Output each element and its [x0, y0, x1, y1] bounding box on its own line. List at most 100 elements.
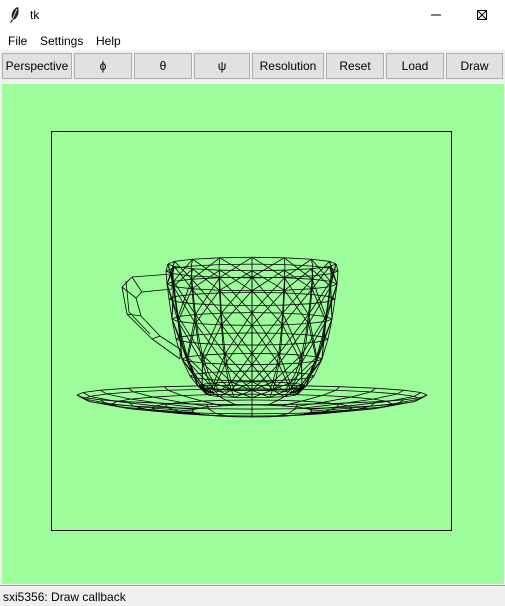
wire-edge — [131, 276, 143, 293]
draw-button[interactable]: Draw — [446, 53, 503, 79]
resolution-button[interactable]: Resolution — [252, 53, 324, 79]
wire-edge — [331, 298, 336, 320]
wire-edge — [335, 386, 340, 391]
wire-edge — [152, 396, 182, 403]
wire-edge — [191, 257, 221, 280]
wire-edge — [219, 263, 253, 266]
wire-edge — [297, 385, 340, 388]
drawing-canvas[interactable] — [2, 84, 504, 584]
wire-edge — [126, 313, 153, 340]
wire-edge — [301, 400, 323, 403]
wire-edge — [220, 304, 253, 307]
wire-edge — [191, 264, 220, 267]
wire-edge — [397, 389, 404, 395]
menu-file[interactable]: File — [8, 34, 27, 48]
menu-help[interactable]: Help — [96, 34, 121, 48]
wire-edge — [140, 315, 161, 337]
wire-edge — [311, 288, 327, 322]
wire-edge — [267, 404, 283, 407]
wire-edge — [193, 303, 221, 306]
wire-edge — [130, 396, 154, 400]
wire-edge — [283, 292, 311, 295]
theta-button[interactable]: θ — [134, 53, 192, 79]
wire-edge — [350, 391, 371, 398]
wire-edge — [121, 276, 133, 288]
wire-edge — [195, 312, 222, 315]
wire-edge — [130, 398, 166, 405]
wire-edge — [173, 278, 192, 282]
wire-edge — [281, 405, 295, 408]
feather-icon — [10, 7, 19, 23]
title-bar: tk — [0, 0, 505, 30]
wire-edge — [174, 258, 193, 262]
wire-edge — [308, 321, 326, 324]
wire-edge — [310, 301, 329, 305]
wire-edge — [181, 400, 203, 403]
wire-edge — [106, 393, 131, 400]
wire-edge — [251, 276, 285, 279]
wire-edge — [414, 392, 422, 397]
wire-edge — [375, 387, 404, 391]
wire-edge — [128, 311, 151, 335]
wire-edge — [133, 389, 169, 393]
status-bar: sxi5356: Draw callback — [0, 585, 505, 606]
wire-edge — [305, 356, 318, 387]
close-icon — [477, 10, 487, 20]
wire-edge — [191, 288, 220, 291]
wire-edge — [322, 396, 352, 403]
wire-edge — [133, 391, 154, 398]
wire-edge — [283, 303, 311, 306]
wire-edge — [121, 286, 128, 315]
wire-edge — [201, 399, 227, 402]
minimize-icon — [431, 14, 441, 16]
wire-edge — [100, 389, 107, 395]
wire-edge — [167, 389, 183, 396]
menu-settings[interactable]: Settings — [40, 34, 83, 48]
viewport-frame — [51, 131, 452, 531]
wire-edge — [128, 386, 165, 389]
wire-edge — [251, 289, 285, 292]
wire-edge — [284, 258, 312, 279]
wire-edge — [209, 405, 223, 408]
load-button[interactable]: Load — [386, 53, 444, 79]
wire-edge — [251, 263, 285, 266]
wire-edge — [218, 257, 221, 265]
wire-edge — [89, 393, 107, 397]
perspective-button[interactable]: Perspective — [2, 53, 72, 79]
wire-edge — [219, 256, 253, 259]
wire-edge — [152, 395, 183, 398]
teacup-wireframe — [76, 256, 428, 418]
reset-button[interactable]: Reset — [326, 53, 384, 79]
wire-edge — [350, 396, 374, 400]
wire-edge — [284, 277, 309, 315]
window-title: tk — [30, 8, 40, 22]
minimize-button[interactable] — [413, 0, 459, 30]
wire-edge — [219, 276, 253, 279]
wire-edge — [288, 408, 296, 414]
wire-edge — [301, 395, 323, 402]
psi-button[interactable]: ψ — [194, 53, 250, 79]
wire-edge — [283, 257, 286, 265]
wire-edge — [282, 312, 309, 315]
wire-edge — [419, 394, 428, 400]
wire-edge — [338, 403, 349, 407]
wire-edge — [76, 394, 85, 400]
menu-bar: File Settings Help — [0, 30, 505, 50]
wire-edge — [151, 335, 161, 340]
wire-edge — [403, 389, 422, 393]
wire-edge — [321, 395, 352, 398]
wire-edge — [420, 392, 428, 396]
close-button[interactable] — [459, 0, 505, 30]
wire-edge — [100, 387, 129, 391]
wire-edge — [164, 385, 207, 388]
wire-edge — [192, 268, 220, 291]
phi-button[interactable]: ϕ — [74, 53, 132, 79]
wire-edge — [195, 323, 222, 326]
wire-edge — [186, 356, 199, 387]
wire-edge — [339, 386, 376, 389]
wire-edge — [76, 392, 84, 396]
wire-edge — [281, 400, 303, 407]
wire-edge — [312, 278, 331, 282]
wire-edge — [195, 277, 220, 315]
wire-edge — [193, 292, 221, 295]
